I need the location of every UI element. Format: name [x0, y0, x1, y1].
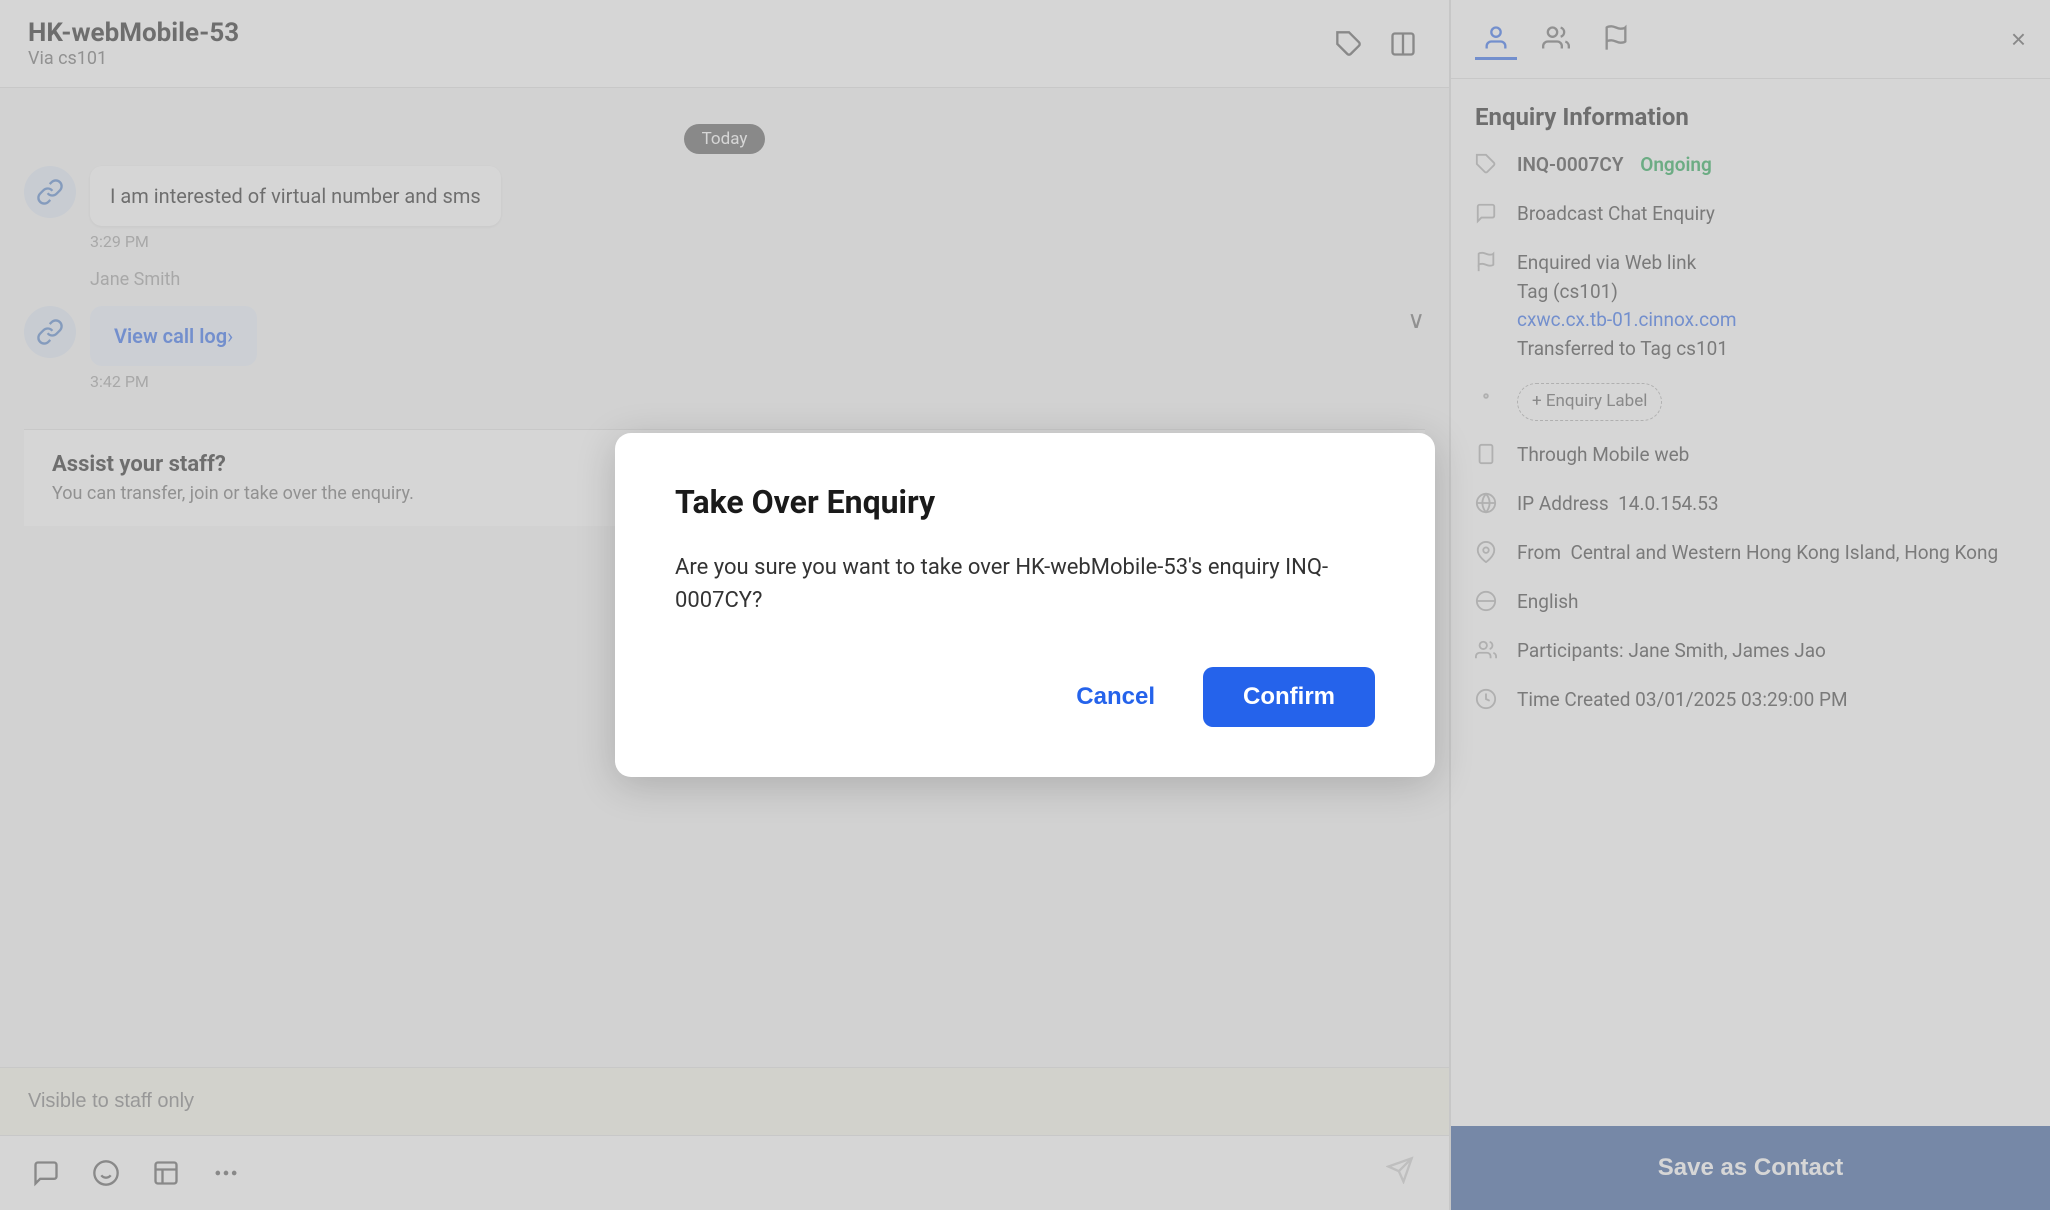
app-container: HK-webMobile-53 Via cs101: [0, 0, 2050, 1210]
modal-body: Are you sure you want to take over HK-we…: [675, 551, 1375, 617]
modal-overlay: Take Over Enquiry Are you sure you want …: [0, 0, 2050, 1210]
modal-actions: Cancel Confirm: [675, 667, 1375, 727]
modal-box: Take Over Enquiry Are you sure you want …: [615, 433, 1435, 777]
modal-title: Take Over Enquiry: [675, 483, 1375, 521]
modal-confirm-button[interactable]: Confirm: [1203, 667, 1375, 727]
modal-cancel-button[interactable]: Cancel: [1052, 667, 1179, 727]
